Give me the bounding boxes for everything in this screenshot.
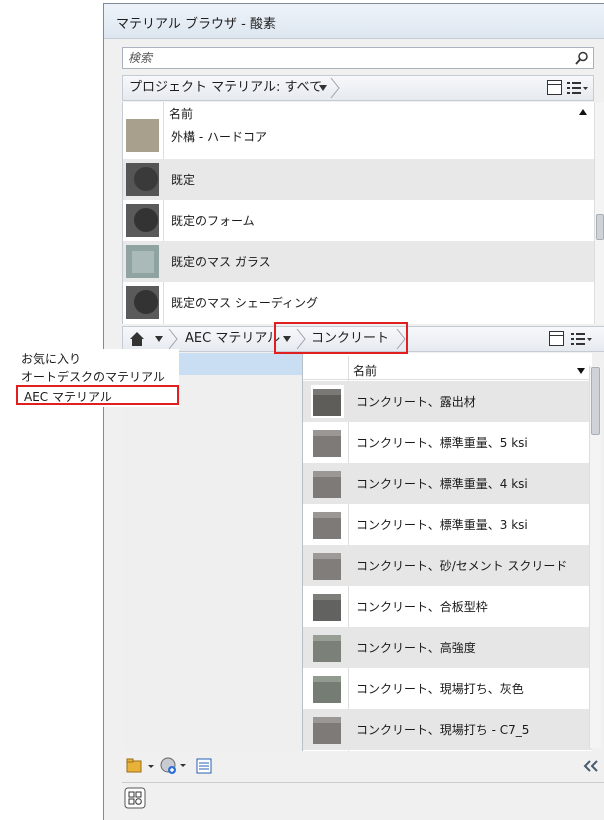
material-name: コンクリート、高強度: [356, 641, 476, 655]
bottom-toolbar: [122, 755, 604, 777]
material-name: コンクリート、標準重量、5 ksi: [356, 436, 528, 450]
material-swatch-icon: [126, 163, 159, 196]
list-view-icon[interactable]: [567, 81, 589, 95]
material-swatch-icon: [313, 635, 341, 662]
list-item[interactable]: コンクリート、現場打ち、灰色: [303, 668, 592, 709]
create-material-icon[interactable]: [160, 757, 190, 775]
library-tree-pane: [122, 353, 302, 751]
material-name: 既定のマス シェーディング: [171, 296, 318, 310]
material-swatch-icon: [313, 512, 341, 539]
material-name: 既定: [171, 173, 196, 187]
material-swatch-icon: [311, 385, 344, 418]
list-header[interactable]: 名前: [303, 356, 592, 380]
material-swatch-icon: [313, 594, 341, 621]
list-item[interactable]: コンクリート、高強度: [303, 627, 592, 668]
search-icon[interactable]: [575, 51, 589, 65]
library-manage-icon[interactable]: [126, 758, 156, 774]
material-swatch-icon: [313, 553, 341, 580]
project-materials-filter[interactable]: プロジェクト マテリアル: すべて: [129, 76, 322, 100]
list-item[interactable]: 既定のマス シェーディング: [123, 282, 594, 323]
lower-scrollbar[interactable]: [589, 366, 601, 748]
scrollbar-thumb[interactable]: [596, 214, 604, 240]
material-swatch-icon: [313, 676, 341, 703]
collapse-double-chevron-icon[interactable]: [582, 759, 600, 773]
home-dropdown-icon[interactable]: [155, 336, 163, 342]
library-materials-list: 名前 コンクリート、露出材 コンクリート、標準重量、5 ksi コンクリート、標…: [302, 353, 592, 751]
material-swatch-icon: [313, 430, 341, 457]
project-materials-toolbar: プロジェクト マテリアル: すべて: [122, 75, 594, 101]
library-item-aec-materials[interactable]: AEC マテリアル: [16, 385, 179, 405]
breadcrumb-chevron-icon: [330, 77, 340, 99]
list-item[interactable]: コンクリート、標準重量、3 ksi: [303, 504, 592, 545]
list-view-icon[interactable]: [571, 332, 593, 346]
material-editor-icon[interactable]: [196, 758, 212, 774]
search-box: [122, 47, 594, 69]
list-item[interactable]: コンクリート、標準重量、4 ksi: [303, 463, 592, 504]
category-highlight-box: [274, 322, 408, 354]
list-item[interactable]: コンクリート、合板型枠: [303, 586, 592, 627]
material-name: コンクリート、現場打ち - C7_5: [356, 723, 530, 737]
material-library-icon[interactable]: [124, 787, 146, 809]
list-item[interactable]: 既定: [123, 159, 594, 200]
material-name: 既定のフォーム: [171, 214, 255, 228]
material-swatch-icon: [313, 471, 341, 498]
scrollbar-thumb[interactable]: [591, 367, 600, 435]
material-name: コンクリート、露出材: [356, 395, 476, 409]
sort-ascending-icon: [579, 109, 587, 115]
upper-scrollbar[interactable]: [594, 102, 604, 324]
material-name: コンクリート、砂/セメント スクリード: [356, 559, 568, 573]
list-item[interactable]: 既定のフォーム: [123, 200, 594, 241]
sort-descending-icon: [577, 368, 585, 374]
material-swatch-icon: [126, 245, 159, 278]
material-swatch-icon: [126, 286, 159, 319]
list-item[interactable]: コンクリート、露出材: [303, 381, 592, 422]
material-name: コンクリート、合板型枠: [356, 600, 488, 614]
material-name: 外構 - ハードコア: [171, 130, 267, 144]
material-name: コンクリート、標準重量、3 ksi: [356, 518, 528, 532]
list-item[interactable]: コンクリート、現場打ち - C7_5: [303, 709, 592, 750]
name-column-header[interactable]: 名前: [353, 362, 377, 379]
search-input[interactable]: [123, 48, 563, 68]
project-filter-dropdown-icon[interactable]: [319, 85, 327, 91]
breadcrumb-chevron-icon: [168, 328, 178, 350]
list-item[interactable]: コンクリート、砂/セメント スクリード: [303, 545, 592, 586]
window-title: マテリアル ブラウザ - 酸素: [104, 4, 604, 39]
library-item-favorites[interactable]: お気に入り: [21, 350, 81, 367]
panel-view-icon[interactable]: [547, 80, 562, 95]
status-bar: [122, 782, 604, 812]
material-swatch-icon: [126, 204, 159, 237]
library-item-autodesk-materials[interactable]: オートデスクのマテリアル: [21, 368, 165, 385]
home-icon[interactable]: [129, 331, 145, 347]
list-item[interactable]: 外構 - ハードコア: [123, 118, 594, 156]
material-name: コンクリート、現場打ち、灰色: [356, 682, 524, 696]
material-swatch-icon: [313, 717, 341, 744]
material-name: コンクリート、標準重量、4 ksi: [356, 477, 528, 491]
panel-view-icon[interactable]: [549, 331, 564, 346]
material-name: 既定のマス ガラス: [171, 255, 271, 269]
material-swatch-icon: [126, 119, 159, 152]
list-item[interactable]: 既定のマス ガラス: [123, 241, 594, 282]
material-browser-window: マテリアル ブラウザ - 酸素 プロジェクト マテリアル: すべて 名前: [103, 3, 604, 820]
list-item[interactable]: コンクリート、標準重量、5 ksi: [303, 422, 592, 463]
project-materials-list: 名前 外構 - ハードコア 既定 既定のフォーム 既定のマス ガラス 既定のマス…: [122, 102, 594, 324]
library-popup-menu: お気に入り オートデスクのマテリアル AEC マテリアル: [15, 349, 179, 407]
breadcrumb-library[interactable]: AEC マテリアル: [185, 327, 280, 351]
